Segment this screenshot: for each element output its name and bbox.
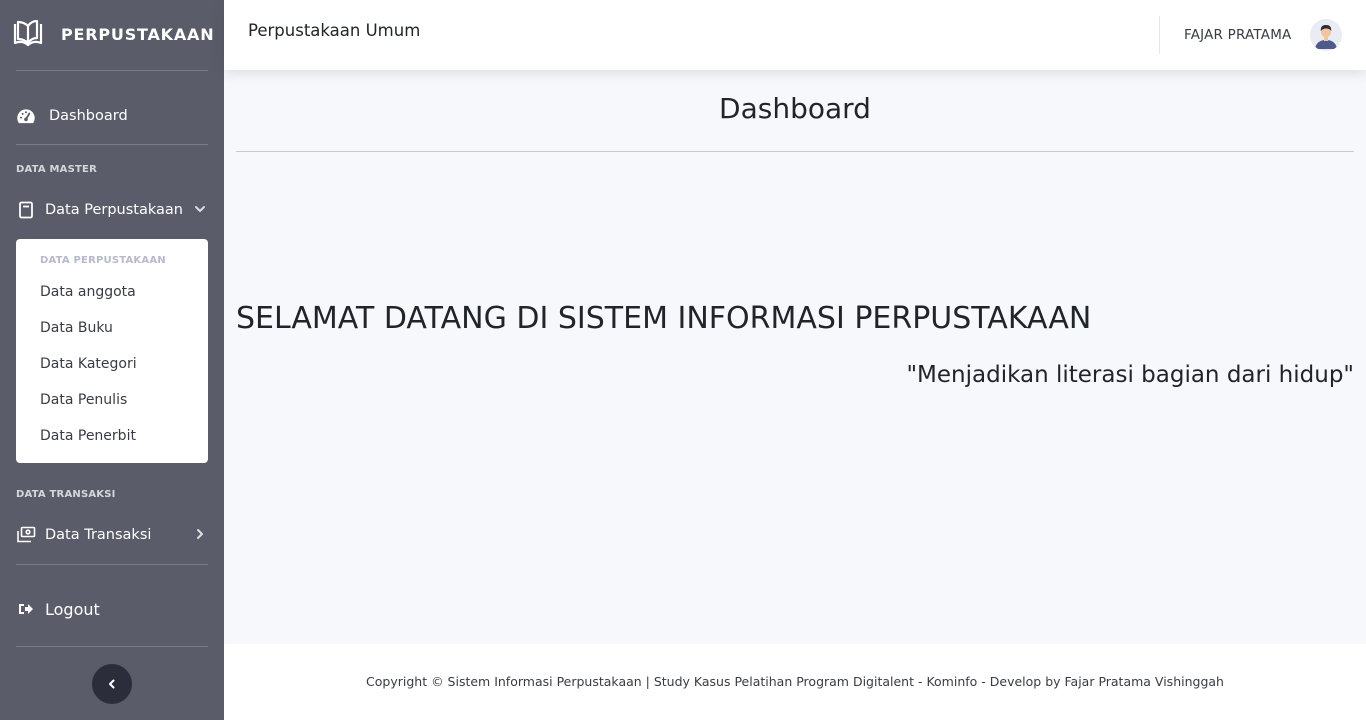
brand-link[interactable]: PERPUSTAKAAN: [12, 16, 214, 52]
welcome-heading: SELAMAT DATANG DI SISTEM INFORMASI PERPU…: [236, 301, 1092, 336]
page-title: Dashboard: [719, 92, 871, 125]
submenu-item-data-anggota[interactable]: Data anggota: [40, 284, 136, 300]
submenu-data-perpustakaan: DATA PERPUSTAKAAN Data anggota Data Buku…: [16, 239, 208, 463]
topbar-title: Perpustakaan Umum: [248, 21, 421, 40]
tagline-quote: "Menjadikan literasi bagian dari hidup": [906, 362, 1354, 388]
sidebar-item-label: Data Perpustakaan: [45, 202, 183, 218]
section-heading-data-transaksi: DATA TRANSAKSI: [16, 489, 116, 500]
submenu-heading: DATA PERPUSTAKAAN: [40, 255, 166, 266]
open-book-icon: [12, 18, 44, 50]
brand-name: PERPUSTAKAAN: [61, 24, 215, 44]
user-name[interactable]: FAJAR PRATAMA: [1184, 27, 1292, 43]
avatar[interactable]: [1310, 19, 1342, 51]
chevron-left-icon: [106, 678, 118, 690]
sidebar-toggle-button[interactable]: [92, 664, 132, 704]
sign-out-icon: [16, 599, 36, 619]
sidebar-divider: [16, 70, 208, 71]
speedometer-icon: [16, 106, 36, 126]
footer-copyright: Copyright © Sistem Informasi Perpustakaa…: [366, 674, 1224, 689]
submenu-item-data-buku[interactable]: Data Buku: [40, 320, 113, 336]
chevron-down-icon: [192, 201, 208, 217]
title-divider: [236, 151, 1354, 152]
topbar-divider: [1159, 16, 1160, 54]
book-icon: [16, 200, 36, 220]
topbar: Perpustakaan Umum FAJAR PRATAMA: [224, 0, 1366, 70]
sidebar-item-data-transaksi[interactable]: Data Transaksi: [16, 520, 208, 550]
submenu-item-data-kategori[interactable]: Data Kategori: [40, 356, 137, 372]
footer: Copyright © Sistem Informasi Perpustakaa…: [224, 644, 1366, 720]
transaction-icon: [16, 525, 36, 545]
submenu-item-data-penulis[interactable]: Data Penulis: [40, 392, 127, 408]
sidebar-item-label: Dashboard: [49, 108, 128, 124]
sidebar-item-dashboard[interactable]: Dashboard: [16, 101, 208, 131]
sidebar-item-logout[interactable]: Logout: [16, 594, 208, 624]
sidebar-divider: [16, 564, 208, 565]
sidebar-item-label: Data Transaksi: [45, 527, 152, 543]
sidebar-divider: [16, 144, 208, 145]
sidebar: PERPUSTAKAAN Dashboard DATA MASTER Data …: [0, 0, 224, 720]
section-heading-data-master: DATA MASTER: [16, 164, 97, 175]
sidebar-item-data-perpustakaan[interactable]: Data Perpustakaan: [16, 195, 208, 225]
sidebar-item-label: Logout: [45, 599, 100, 619]
chevron-right-icon: [192, 526, 208, 542]
submenu-item-data-penerbit[interactable]: Data Penerbit: [40, 428, 136, 444]
sidebar-divider: [16, 646, 208, 647]
